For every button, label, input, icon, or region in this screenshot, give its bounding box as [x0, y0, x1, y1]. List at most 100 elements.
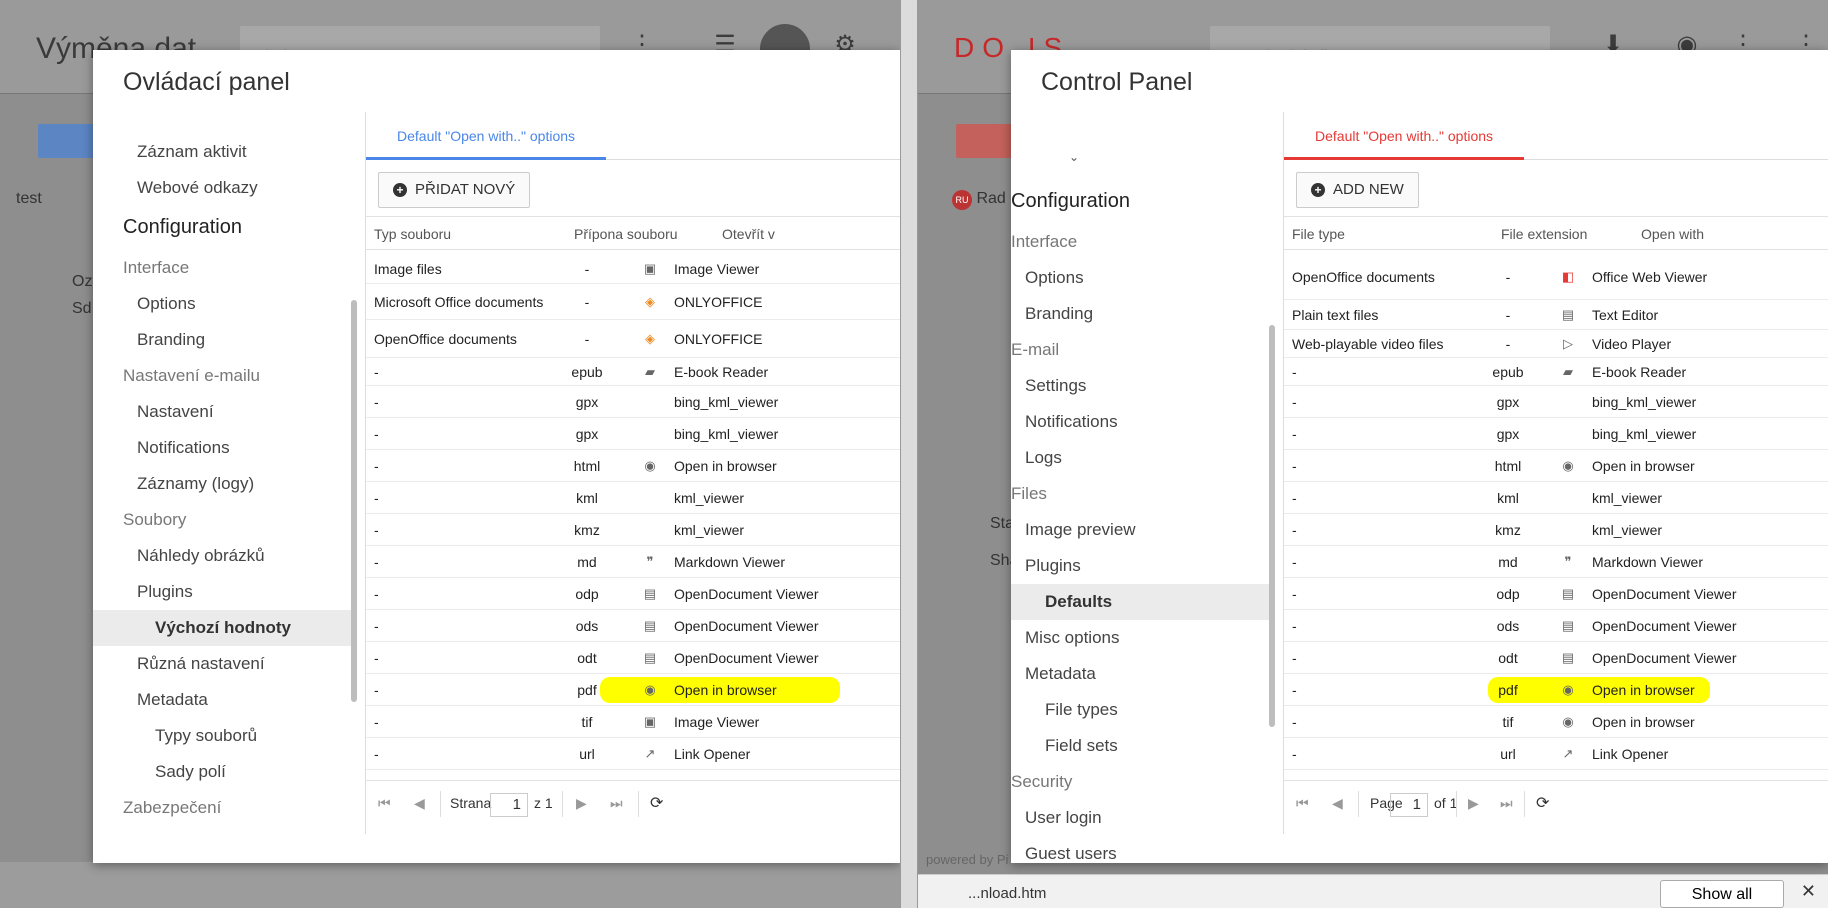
add-new-button[interactable]: + PŘIDAT NOVÝ: [378, 172, 531, 208]
table-row[interactable]: ◈ Microsoft Office documents - ONLYOFFICE: [366, 284, 900, 320]
nav-item-logs[interactable]: Logs: [1011, 440, 1275, 476]
tree-user[interactable]: test: [16, 190, 42, 208]
table-row[interactable]: ▤ - odt OpenDocument Viewer: [1284, 642, 1828, 674]
new-button[interactable]: [38, 124, 98, 158]
table-row[interactable]: ▤ - ods OpenDocument Viewer: [1284, 610, 1828, 642]
first-page-icon[interactable]: ⏮: [1296, 795, 1309, 812]
prev-page-icon[interactable]: ◀: [1332, 795, 1343, 812]
chevron-down-icon[interactable]: ⌄: [1069, 150, 1079, 164]
column-open-with[interactable]: Open with: [1641, 217, 1704, 251]
column-open-with[interactable]: Otevřít v: [722, 217, 775, 251]
table-row[interactable]: ❞ - md Markdown Viewer: [1284, 546, 1828, 578]
nav-item-plugins[interactable]: Plugins: [93, 574, 357, 610]
table-row[interactable]: ◉ - pdf Open in browser: [366, 674, 900, 706]
nav-item-sady-poli[interactable]: Sady polí: [93, 754, 357, 790]
nav-item-metadata[interactable]: Metadata: [1011, 656, 1275, 692]
nav-item-file-types[interactable]: File types: [1011, 692, 1275, 728]
cell-file-extension: pdf: [577, 682, 597, 698]
page-input[interactable]: 1: [1390, 793, 1428, 817]
table-row[interactable]: - kmz kml_viewer: [366, 514, 900, 546]
nav-item-image-preview[interactable]: Image preview: [1011, 512, 1275, 548]
nav-item-nahledy-obrazku[interactable]: Náhledy obrázků: [93, 538, 357, 574]
table-row[interactable]: ◉ - html Open in browser: [366, 450, 900, 482]
add-new-label: ADD NEW: [1333, 181, 1404, 198]
table-row[interactable]: ▤ Plain text files - Text Editor: [1284, 300, 1828, 330]
table-row[interactable]: - kmz kml_viewer: [1284, 514, 1828, 546]
table-row[interactable]: ❞ - md Markdown Viewer: [366, 546, 900, 578]
table-row[interactable]: - gpx bing_kml_viewer: [366, 386, 900, 418]
tab-open-with-options[interactable]: Default "Open with.." options: [366, 112, 607, 160]
nav-item-field-sets[interactable]: Field sets: [1011, 728, 1275, 764]
nav-item-ruzna-nastaveni[interactable]: Různá nastavení: [93, 646, 357, 682]
refresh-icon[interactable]: ⟳: [1536, 793, 1549, 813]
nav-item-options[interactable]: Options: [93, 286, 357, 322]
table-row[interactable]: ◈ OpenOffice documents - ONLYOFFICE: [366, 320, 900, 358]
new-button[interactable]: [956, 124, 1016, 158]
nav-item-settings[interactable]: Settings: [1011, 368, 1275, 404]
nav-item-misc-options[interactable]: Misc options: [1011, 620, 1275, 656]
table-row[interactable]: ▤ - ods OpenDocument Viewer: [366, 610, 900, 642]
next-page-icon[interactable]: ▶: [1468, 795, 1479, 812]
table-row[interactable]: ▤ - odp OpenDocument Viewer: [1284, 578, 1828, 610]
table-row[interactable]: ↗ - url Link Opener: [366, 738, 900, 770]
nav-item-options[interactable]: Options: [1011, 260, 1275, 296]
refresh-icon[interactable]: ⟳: [650, 793, 663, 813]
nav-item-zaznam-aktivit[interactable]: Záznam aktivit: [93, 134, 357, 170]
column-file-type[interactable]: File type: [1292, 217, 1345, 251]
prev-page-icon[interactable]: ◀: [414, 795, 425, 812]
table-row[interactable]: - gpx bing_kml_viewer: [1284, 386, 1828, 418]
column-file-extension[interactable]: Přípona souboru: [574, 217, 678, 251]
nav-item-notifications[interactable]: Notifications: [1011, 404, 1275, 440]
nav-item-nastaveni[interactable]: Nastavení: [93, 394, 357, 430]
table-row[interactable]: ↗ - url Link Opener: [1284, 738, 1828, 770]
nav-scrollbar[interactable]: [351, 300, 357, 702]
table-row[interactable]: ◉ - tif Open in browser: [1284, 706, 1828, 738]
table-row[interactable]: ▰ - epub E-book Reader: [366, 358, 900, 386]
table-row[interactable]: ◉ - html Open in browser: [1284, 450, 1828, 482]
cell-open-with: Image Viewer: [674, 714, 760, 730]
nav-item-branding[interactable]: Branding: [1011, 296, 1275, 332]
table-row[interactable]: ▰ - epub E-book Reader: [1284, 358, 1828, 386]
page-input[interactable]: 1: [490, 793, 528, 817]
cell-open-with: ONLYOFFICE: [674, 331, 763, 347]
nav-item-vychozi-hodnoty[interactable]: Výchozí hodnoty: [93, 610, 357, 646]
table-row[interactable]: ▤ - odt OpenDocument Viewer: [366, 642, 900, 674]
table-row[interactable]: - kml kml_viewer: [1284, 482, 1828, 514]
nav-scrollbar[interactable]: [1269, 325, 1275, 727]
download-item[interactable]: ...nload.htm: [968, 885, 1046, 902]
table-row[interactable]: - kml kml_viewer: [366, 482, 900, 514]
table-row[interactable]: ▤ - odp OpenDocument Viewer: [366, 578, 900, 610]
nav-item-defaults[interactable]: Defaults: [1011, 584, 1275, 620]
nav-item-zaznamy-logy[interactable]: Záznamy (logy): [93, 466, 357, 502]
table-row[interactable]: ▣ - tif Image Viewer: [366, 706, 900, 738]
nav-item-metadata[interactable]: Metadata: [93, 682, 357, 718]
last-page-icon[interactable]: ⏭: [1500, 795, 1513, 812]
cell-file-type: -: [1292, 746, 1297, 762]
next-page-icon[interactable]: ▶: [576, 795, 587, 812]
add-new-button[interactable]: + ADD NEW: [1296, 172, 1419, 208]
table-row[interactable]: ▣ Image files - Image Viewer: [366, 254, 900, 284]
last-page-icon[interactable]: ⏭: [610, 795, 623, 812]
table-row[interactable]: - gpx bing_kml_viewer: [1284, 418, 1828, 450]
close-icon[interactable]: ✕: [1801, 881, 1816, 902]
tree-user-badge[interactable]: RU Rad: [952, 190, 1006, 210]
nav-item-typy-souboru[interactable]: Typy souborů: [93, 718, 357, 754]
table-row[interactable]: ◉ - pdf Open in browser: [1284, 674, 1828, 706]
column-file-type[interactable]: Typ souboru: [374, 217, 451, 251]
table-row[interactable]: ▷ Web-playable video files - Video Player: [1284, 330, 1828, 358]
nav-item-user-login[interactable]: User login: [1011, 800, 1275, 836]
nav-item-webove-odkazy[interactable]: Webové odkazy: [93, 170, 357, 206]
nav-item-plugins[interactable]: Plugins: [1011, 548, 1275, 584]
table-row[interactable]: - gpx bing_kml_viewer: [366, 418, 900, 450]
nav-item-guest-users[interactable]: Guest users: [1011, 836, 1275, 870]
nav-item-branding[interactable]: Branding: [93, 322, 357, 358]
nav-item-user-login[interactable]: User login: [93, 826, 357, 834]
first-page-icon[interactable]: ⏮: [378, 795, 391, 812]
column-file-extension[interactable]: File extension: [1501, 217, 1587, 251]
nav-item-notifications[interactable]: Notifications: [93, 430, 357, 466]
show-all-button[interactable]: Show all: [1660, 880, 1784, 908]
table-row[interactable]: ◧ OpenOffice documents - Office Web Viewer: [1284, 254, 1828, 300]
eye-icon: ◉: [644, 458, 656, 473]
eye-icon: ◉: [1562, 714, 1574, 729]
tab-open-with-options[interactable]: Default "Open with.." options: [1284, 112, 1525, 160]
